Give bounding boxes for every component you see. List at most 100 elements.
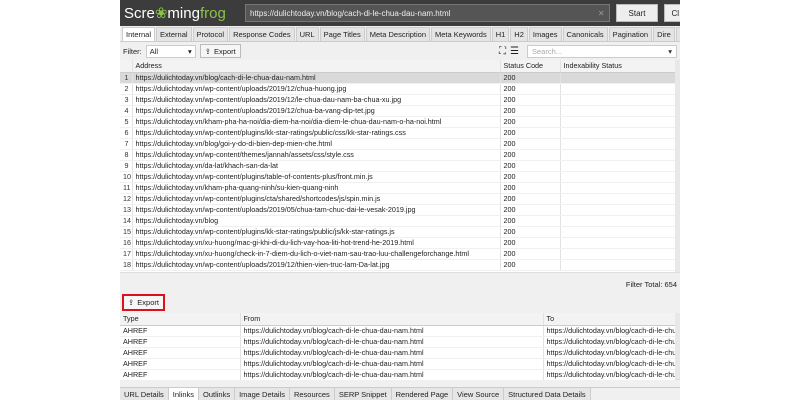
table-row[interactable]: 11 https://dulichtoday.vn/kham-pha-quang-… xyxy=(120,182,676,194)
row-index: 4 xyxy=(120,105,133,117)
indexability-cell xyxy=(560,94,676,106)
address-cell: https://dulichtoday.vn/wp-content/upload… xyxy=(132,105,501,117)
status-code-cell: 200 xyxy=(500,193,561,205)
tab-serp-snippet[interactable]: SERP Snippet xyxy=(334,388,392,400)
table-row[interactable]: 14 https://dulichtoday.vn/blog 200 xyxy=(120,215,676,227)
table-row[interactable]: 17 https://dulichtoday.vn/xu-huong/check-… xyxy=(120,248,676,260)
row-index: 14 xyxy=(120,215,133,227)
row-index: 1 xyxy=(120,72,133,84)
tab-image-details[interactable]: Image Details xyxy=(235,388,290,400)
list-view-icon[interactable]: ☰ xyxy=(510,46,519,57)
table-row[interactable]: 16 https://dulichtoday.vn/xu-huong/mac-gi… xyxy=(120,237,676,249)
tab-url-details[interactable]: URL Details xyxy=(120,388,169,400)
indexability-cell xyxy=(560,259,676,271)
table-row[interactable]: 18 https://dulichtoday.vn/wp-content/uplo… xyxy=(120,259,676,271)
tab-meta-keywords[interactable]: Meta Keywords xyxy=(431,27,491,41)
col-address[interactable]: Address xyxy=(132,60,501,73)
table-row[interactable]: 9 https://dulichtoday.vn/da-lat/khach-san… xyxy=(120,160,676,172)
export-button[interactable]: ⇪ Export xyxy=(199,44,241,58)
table-row[interactable]: 15 https://dulichtoday.vn/wp-content/plug… xyxy=(120,226,676,238)
tab-view-source[interactable]: View Source xyxy=(453,388,505,400)
tab-external[interactable]: External xyxy=(156,27,192,41)
tab-h1[interactable]: H1 xyxy=(491,27,510,41)
row-index: 17 xyxy=(120,248,133,260)
row-index: 3 xyxy=(120,94,133,106)
clear-url-icon[interactable]: ✕ xyxy=(598,9,605,18)
filter-select[interactable]: All ▾ xyxy=(145,44,196,58)
table-row[interactable]: 4 https://dulichtoday.vn/wp-content/uploa… xyxy=(120,105,676,117)
table-row[interactable]: AHREF https://dulichtoday.vn/blog/cach-di… xyxy=(120,336,676,348)
indexability-cell xyxy=(560,105,676,117)
table-row[interactable]: 13 https://dulichtoday.vn/wp-content/uplo… xyxy=(120,204,676,216)
table-row[interactable]: 8 https://dulichtoday.vn/wp-content/theme… xyxy=(120,149,676,161)
chevron-down-icon: ▾ xyxy=(187,46,192,56)
tab-inlinks[interactable]: Inlinks xyxy=(168,388,199,400)
search-input[interactable]: Search... ▾ xyxy=(527,44,677,58)
address-cell: https://dulichtoday.vn/blog/goi-y-do-di-… xyxy=(132,138,501,150)
table-row[interactable]: 12 https://dulichtoday.vn/wp-content/plug… xyxy=(120,193,676,205)
row-index: 5 xyxy=(120,116,133,128)
table-row[interactable]: AHREF https://dulichtoday.vn/blog/cach-di… xyxy=(120,358,676,370)
tab-rendered-page[interactable]: Rendered Page xyxy=(391,388,454,400)
row-index: 10 xyxy=(120,171,133,183)
tab-page-titles[interactable]: Page Titles xyxy=(319,27,365,41)
table-row[interactable]: 6 https://dulichtoday.vn/wp-content/plugi… xyxy=(120,127,676,139)
chevron-down-icon[interactable]: ▾ xyxy=(668,47,672,56)
table-row[interactable]: 2 https://dulichtoday.vn/wp-content/uploa… xyxy=(120,83,676,95)
address-cell: https://dulichtoday.vn/wp-content/plugin… xyxy=(132,171,501,183)
indexability-cell xyxy=(560,248,676,260)
horizontal-scrollbar[interactable] xyxy=(120,272,680,280)
col-status-code[interactable]: Status Code xyxy=(500,60,561,73)
main-table-area: Address Status Code Indexability Status 1h… xyxy=(120,60,680,272)
tabs-menu-icon[interactable]: ▾ xyxy=(675,27,680,41)
tab-internal[interactable]: Internal xyxy=(122,27,156,41)
status-code-cell: 200 xyxy=(500,248,561,260)
clear-button[interactable]: Cl xyxy=(664,4,680,22)
row-index: 7 xyxy=(120,138,133,150)
table-row[interactable]: 10 https://dulichtoday.vn/wp-content/plug… xyxy=(120,171,676,183)
vertical-scrollbar[interactable] xyxy=(675,60,680,272)
lower-export-button[interactable]: ⇪ Export xyxy=(122,293,165,311)
status-code-cell: 200 xyxy=(500,72,561,84)
tab-h2[interactable]: H2 xyxy=(510,27,528,41)
status-code-cell: 200 xyxy=(500,94,561,106)
tab-pagination[interactable]: Pagination xyxy=(608,27,653,41)
tab-resources[interactable]: Resources xyxy=(289,388,335,400)
row-index: 6 xyxy=(120,127,133,139)
tab-structured-data-details[interactable]: Structured Data Details xyxy=(504,388,591,400)
from-cell: https://dulichtoday.vn/blog/cach-di-le-c… xyxy=(240,325,544,337)
status-code-cell: 200 xyxy=(500,182,561,194)
status-code-cell: 200 xyxy=(500,127,561,139)
to-cell: https://dulichtoday.vn/blog/cach-di-le-c… xyxy=(543,325,676,337)
table-row[interactable]: AHREF https://dulichtoday.vn/blog/cach-di… xyxy=(120,369,676,381)
type-cell: AHREF xyxy=(120,369,241,381)
vertical-scrollbar[interactable] xyxy=(675,313,680,379)
table-row[interactable]: 3 https://dulichtoday.vn/wp-content/uploa… xyxy=(120,94,676,106)
col-from[interactable]: From xyxy=(240,313,544,326)
tree-view-icon[interactable]: ⛶ xyxy=(499,46,506,57)
table-row[interactable]: AHREF https://dulichtoday.vn/blog/cach-di… xyxy=(120,347,676,359)
row-index: 12 xyxy=(120,193,133,205)
tab-response-codes[interactable]: Response Codes xyxy=(229,27,295,41)
tab-meta-description[interactable]: Meta Description xyxy=(365,27,431,41)
url-input[interactable]: https://dulichtoday.vn/blog/cach-di-le-c… xyxy=(245,4,610,22)
tab-url[interactable]: URL xyxy=(295,27,319,41)
filter-value: All xyxy=(149,46,159,56)
col-to[interactable]: To xyxy=(543,313,676,326)
table-row[interactable]: 5 https://dulichtoday.vn/kham-pha-ha-noi/… xyxy=(120,116,676,128)
address-cell: https://dulichtoday.vn/kham-pha-quang-ni… xyxy=(132,182,501,194)
address-cell: https://dulichtoday.vn/xu-huong/mac-gi-k… xyxy=(132,237,501,249)
col-type[interactable]: Type xyxy=(120,313,241,326)
tab-canonicals[interactable]: Canonicals xyxy=(562,27,608,41)
status-code-cell: 200 xyxy=(500,105,561,117)
tab-dire[interactable]: Dire xyxy=(653,27,675,41)
start-button[interactable]: Start xyxy=(615,4,659,22)
address-cell: https://dulichtoday.vn/wp-content/upload… xyxy=(132,83,501,95)
table-row[interactable]: 7 https://dulichtoday.vn/blog/goi-y-do-di… xyxy=(120,138,676,150)
col-indexability[interactable]: Indexability Status xyxy=(560,60,676,73)
tab-outlinks[interactable]: Outlinks xyxy=(199,388,236,400)
table-row[interactable]: 1 https://dulichtoday.vn/blog/cach-di-le-… xyxy=(120,72,676,84)
tab-images[interactable]: Images xyxy=(528,27,562,41)
tab-protocol[interactable]: Protocol xyxy=(192,27,229,41)
table-row[interactable]: AHREF https://dulichtoday.vn/blog/cach-di… xyxy=(120,325,676,337)
